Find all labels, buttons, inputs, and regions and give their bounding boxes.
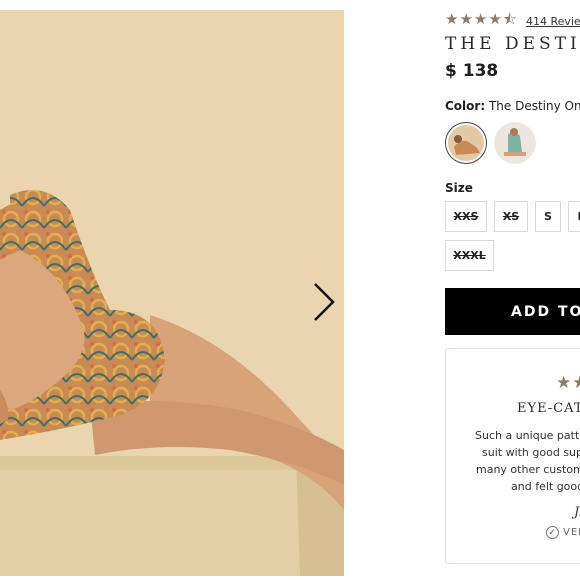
product-photo-illustration: [0, 10, 344, 576]
review-author: J.: [574, 505, 580, 520]
color-label-key: Color:: [445, 99, 486, 113]
color-swatch-alt[interactable]: [494, 122, 536, 164]
swatch-image: [494, 122, 536, 164]
review-title: EYE-CATCHING: [517, 401, 580, 416]
review-card: ★★★★★ EYE-CATCHING Such a unique pattern…: [445, 348, 580, 564]
review-text-line: suit with good support: [482, 446, 580, 459]
product-title: THE DESTINY ONE PIECE: [445, 34, 580, 54]
color-label-value: The Destiny One Piece: [488, 99, 580, 113]
color-swatch-selected[interactable]: [445, 122, 487, 164]
next-image-button[interactable]: [306, 280, 340, 324]
add-to-cart-button[interactable]: ADD TO CART: [445, 288, 580, 335]
review-text-line: Such a unique pattern: [475, 429, 580, 442]
chevron-right-icon: [314, 283, 335, 321]
size-option-label: XXS: [453, 210, 479, 223]
size-option-xxxl[interactable]: XXXL: [445, 240, 494, 271]
size-option-m[interactable]: M: [568, 201, 580, 232]
reviews-link[interactable]: 414 Reviews: [526, 15, 580, 28]
size-option-label: XXXL: [453, 249, 486, 262]
rating-summary: ★★★★⯪ 414 Reviews: [445, 9, 580, 34]
swatch-image: [448, 125, 484, 161]
product-image: [0, 10, 344, 576]
verified-label: VERIFIED: [563, 527, 580, 538]
product-price: $ 138: [445, 61, 499, 81]
size-option-label: XS: [502, 210, 520, 223]
size-option-label: S: [544, 210, 552, 223]
verified-badge: ✓ VERIFIED: [546, 526, 580, 539]
rating-stars-icon: ★★★★⯪: [445, 10, 518, 28]
size-option-s[interactable]: S: [535, 201, 561, 232]
check-circle-icon: ✓: [546, 526, 559, 539]
size-option-xxs[interactable]: XXS: [445, 201, 487, 232]
size-option-xs[interactable]: XS: [494, 201, 528, 232]
color-label: Color: The Destiny One Piece: [445, 99, 580, 113]
review-text-line: and felt good: [511, 480, 580, 493]
review-stars-icon: ★★★★★: [556, 373, 580, 393]
size-label: Size: [445, 181, 473, 195]
product-info: ★★★★⯪ 414 Reviews THE DESTINY ONE PIECE …: [445, 0, 580, 580]
review-text-line: many other customers: [476, 463, 580, 476]
